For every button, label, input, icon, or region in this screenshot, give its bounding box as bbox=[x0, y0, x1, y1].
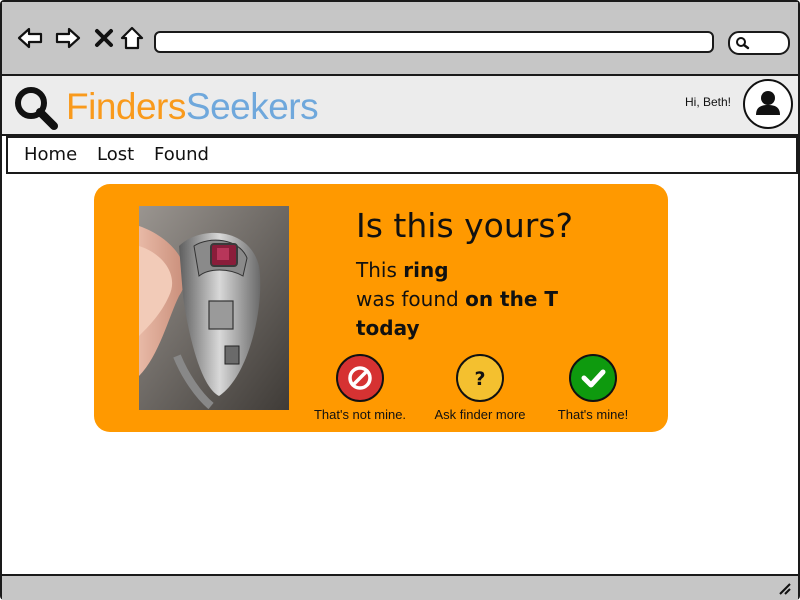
mine-label: That's mine! bbox=[557, 407, 629, 422]
user-avatar[interactable] bbox=[743, 79, 793, 129]
prohibited-icon bbox=[336, 354, 384, 402]
user-icon bbox=[756, 91, 780, 115]
question-icon: ? bbox=[456, 354, 504, 402]
desc-prefix-1: This bbox=[356, 258, 404, 282]
item-photo bbox=[139, 206, 289, 410]
nav-found[interactable]: Found bbox=[154, 144, 209, 165]
not-mine-label: That's not mine. bbox=[313, 407, 407, 422]
nav-home[interactable]: Home bbox=[24, 144, 77, 165]
checkmark-icon bbox=[569, 354, 617, 402]
browser-toolbar bbox=[2, 2, 798, 76]
card-description: This ring was found on the T today bbox=[356, 256, 558, 343]
nav-lost[interactable]: Lost bbox=[97, 144, 134, 165]
back-arrow-icon[interactable] bbox=[16, 24, 44, 52]
status-bar bbox=[2, 574, 798, 600]
found-when: today bbox=[356, 316, 420, 340]
main-nav: Home Lost Found bbox=[6, 136, 798, 174]
found-location: on the T bbox=[465, 287, 558, 311]
magnifier-logo-icon[interactable] bbox=[12, 84, 60, 132]
brand-seekers: Seekers bbox=[185, 86, 319, 127]
found-item-card: Is this yours? This ring was found on th… bbox=[94, 184, 668, 432]
address-bar[interactable] bbox=[154, 31, 714, 53]
item-name: ring bbox=[403, 258, 449, 282]
resize-grip-icon[interactable] bbox=[778, 582, 792, 596]
svg-text:?: ? bbox=[474, 368, 485, 390]
not-mine-button[interactable]: That's not mine. bbox=[290, 354, 430, 422]
mine-button[interactable]: That's mine! bbox=[523, 354, 663, 422]
browser-search-field[interactable] bbox=[728, 31, 790, 55]
close-icon[interactable] bbox=[90, 24, 118, 52]
search-icon bbox=[736, 37, 750, 50]
brand-finders: Finders bbox=[66, 86, 186, 127]
forward-arrow-icon[interactable] bbox=[54, 24, 82, 52]
brand-logo[interactable]: FindersSeekers bbox=[66, 86, 319, 128]
site-header: FindersSeekers Hi, Beth! bbox=[2, 76, 798, 136]
card-question: Is this yours? bbox=[356, 206, 574, 245]
desc-prefix-2: was found bbox=[356, 287, 466, 311]
browser-window: FindersSeekers Hi, Beth! Home Lost Found bbox=[0, 0, 800, 600]
home-icon[interactable] bbox=[118, 24, 146, 52]
user-greeting: Hi, Beth! bbox=[685, 95, 732, 109]
